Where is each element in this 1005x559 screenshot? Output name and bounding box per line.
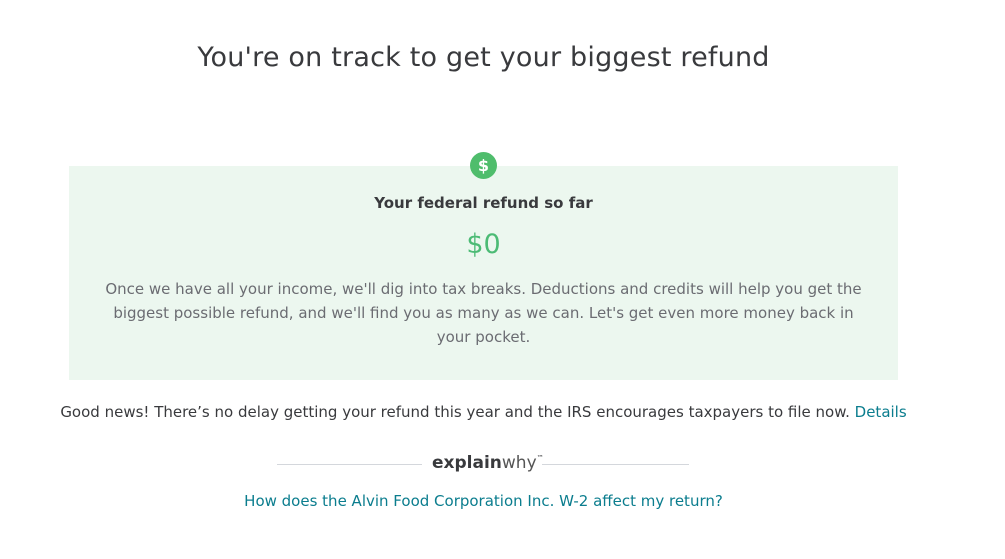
page: You're on track to get your biggest refu… <box>0 0 1005 559</box>
refund-amount: $0 <box>466 229 501 260</box>
explainwhy-logo: explainwhy™ <box>432 453 544 473</box>
dollar-icon: $ <box>470 152 497 179</box>
good-news-label: Good news! <box>60 403 150 421</box>
good-news-text: There’s no delay getting your refund thi… <box>149 403 855 421</box>
w2-question-link[interactable]: How does the Alvin Food Corporation Inc.… <box>244 492 723 510</box>
explainwhy-trademark: ™ <box>536 454 544 462</box>
w2-question: How does the Alvin Food Corporation Inc.… <box>0 492 967 510</box>
refund-description: Once we have all your income, we'll dig … <box>105 280 862 346</box>
explainwhy-divider: explainwhy™ <box>277 453 689 475</box>
good-news-banner: Good news! There’s no delay getting your… <box>0 403 967 421</box>
details-link[interactable]: Details <box>855 403 907 421</box>
refund-label: Your federal refund so far <box>374 194 593 212</box>
divider-right <box>542 464 689 465</box>
explainwhy-logo-bold: explain <box>432 453 502 473</box>
divider-left <box>277 464 422 465</box>
refund-card: Your federal refund so far $0 Once we ha… <box>69 166 898 380</box>
explainwhy-logo-light: why <box>501 453 537 473</box>
dollar-glyph: $ <box>477 156 490 175</box>
page-title: You're on track to get your biggest refu… <box>197 42 770 73</box>
